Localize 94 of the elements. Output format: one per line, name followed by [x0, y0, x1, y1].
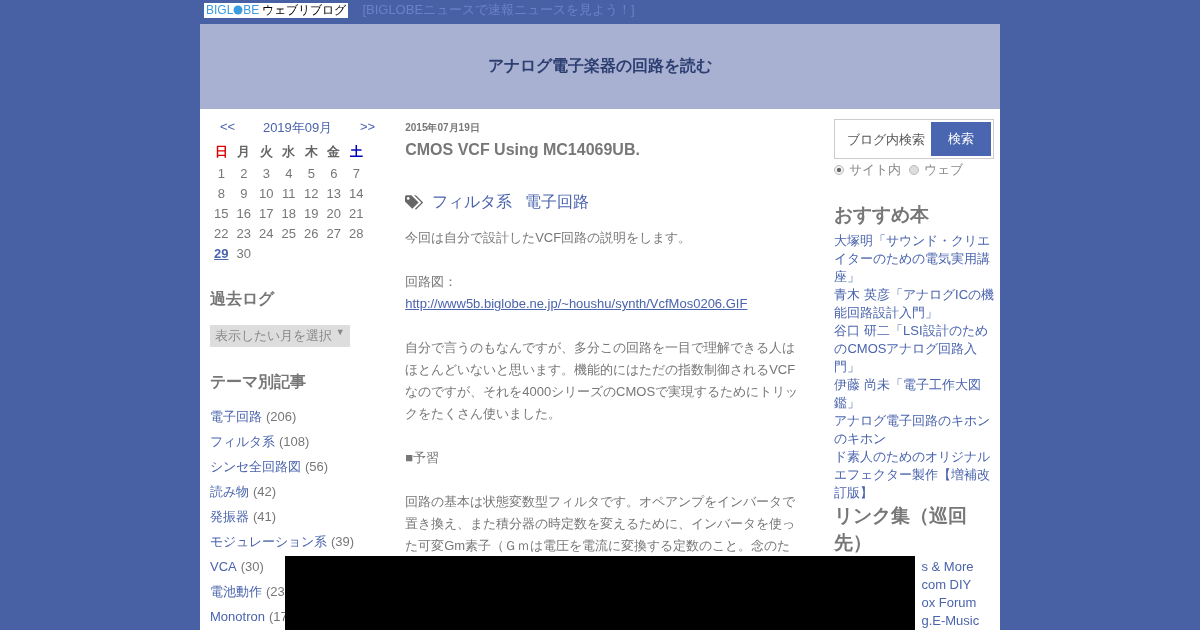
theme-link[interactable]: モジュレーション系 [210, 534, 327, 549]
theme-link[interactable]: Monotron [210, 609, 265, 624]
next-month-link[interactable]: >> [360, 119, 376, 137]
section-heading: 過去ログ [210, 289, 276, 309]
day-cell-text: 27 [325, 224, 342, 243]
theme-link[interactable]: シンセ全回路図 [210, 459, 301, 474]
day-cell-text: 21 [348, 204, 365, 223]
day-cell-text: 11 [281, 184, 297, 203]
section-heading: リンク集（巡回先） [834, 504, 969, 555]
day-cell-text: 6 [329, 164, 339, 183]
radio-button[interactable] [909, 165, 920, 175]
day-cell-text: 17 [258, 204, 275, 223]
theme-count: (206) [266, 409, 297, 424]
book-link[interactable]: 伊藤 尚未「電子工作大図鑑」 [834, 376, 996, 412]
theme-link[interactable]: フィルタ系 [210, 434, 275, 449]
day-cell-text: 9 [239, 184, 249, 203]
day-cell-text: 15 [213, 204, 230, 223]
post-paragraph: 回路図： [405, 273, 459, 291]
radio-label: ウェブ [924, 161, 964, 179]
weekday-header: 金 [326, 143, 342, 161]
post-paragraph: 今回は自分で設計したVCF回路の説明をします。 [405, 229, 693, 247]
day-cell-text: 22 [213, 224, 230, 243]
weekday-header: 木 [303, 143, 319, 161]
site-link[interactable]: com DIY [921, 576, 996, 594]
day-cell-text: 16 [235, 204, 252, 223]
day-cell-text: 18 [280, 204, 297, 223]
book-link[interactable]: 大塚明「サウンド・クリエイターのための電気実用講座」 [834, 232, 996, 286]
book-link[interactable]: 青木 英彦「アナログICの機能回路設計入門」 [834, 286, 996, 322]
theme-link[interactable]: 電池動作 [210, 584, 262, 599]
day-cell-text: 12 [303, 184, 320, 203]
day-cell-text: 7 [351, 164, 361, 183]
book-link[interactable]: ド素人のためのオリジナルエフェクター製作【増補改訂版】 [834, 448, 996, 502]
day-cell-text: 8 [216, 184, 226, 203]
tags-icon [405, 195, 426, 210]
search-field[interactable]: ブログ内検索 検索 [834, 119, 995, 159]
theme-count: (56) [305, 459, 329, 474]
day-cell-text: 13 [325, 184, 342, 203]
day-cell-text: 3 [261, 164, 271, 183]
day-cell-text: 23 [235, 224, 252, 243]
day-cell-text: 1 [216, 164, 226, 183]
search-button[interactable]: 検索 [931, 122, 992, 156]
day-cell-text: 10 [258, 184, 275, 203]
logo-text: BIGL [206, 3, 234, 17]
day-cell-text: 14 [348, 184, 365, 203]
logo-text: BE [243, 3, 260, 17]
day-cell-text: 28 [348, 224, 365, 243]
theme-count: (39) [331, 534, 355, 549]
weekday-header: 火 [258, 143, 274, 161]
post-paragraph: 回路の基本は状態変数型フィルタです。オペアンプをインバータで置き換え、また積分器の時定数を変えるために、インバータを使った可変Gm素子（Ｇｍは電圧を電流に変換する定数のこと。念のた [405, 493, 797, 555]
site-link[interactable]: s & More [921, 558, 996, 576]
theme-link[interactable]: VCA [210, 559, 237, 574]
theme-count: (42) [253, 484, 277, 499]
day-cell-text: 19 [303, 204, 320, 223]
day-cell-text: 2 [239, 164, 249, 183]
theme-link[interactable]: 電子回路 [210, 409, 262, 424]
theme-count: (23 [266, 584, 285, 599]
prev-month-link[interactable]: << [220, 119, 236, 137]
section-heading: おすすめ本 [834, 203, 931, 227]
weekday-header: 日 [213, 143, 229, 161]
theme-count: (30) [240, 559, 264, 574]
site-link[interactable]: ox Forum [921, 594, 996, 612]
weekday-header: 水 [281, 143, 297, 161]
day-link[interactable]: 29 [210, 243, 233, 263]
theme-count: (41) [253, 509, 277, 524]
logo[interactable]: BIGL BE ウェブリブログ [204, 2, 349, 18]
day-cell-text: 30 [235, 244, 252, 263]
tag-link[interactable]: フィルタ系 [432, 192, 513, 213]
post-link[interactable]: http://www5b.biglobe.ne.jp/~houshu/synth/VcfMos0206.GIF [405, 293, 799, 315]
day-cell-text: 24 [258, 224, 275, 243]
day-cell-text: 25 [280, 224, 297, 243]
theme-link[interactable]: 読み物 [210, 484, 249, 499]
logo-service-text: ウェブリブログ [262, 3, 347, 17]
post-date: 2015年07月19日 [405, 121, 481, 135]
theme-link[interactable]: 発振器 [210, 509, 249, 524]
post-paragraph: ■予習 [405, 449, 441, 467]
day-cell-text: 26 [303, 224, 320, 243]
tag-link[interactable]: 電子回路 [525, 192, 590, 213]
day-cell-text: 5 [306, 164, 316, 183]
day-cell-text: 20 [325, 204, 342, 223]
radio-label: サイト内 [849, 161, 902, 179]
globe-icon [233, 5, 244, 15]
radio-button[interactable] [834, 165, 845, 175]
day-cell-text: 4 [284, 164, 294, 183]
section-heading: テーマ別記事 [210, 372, 307, 392]
weekday-header: 土 [348, 143, 364, 161]
weekday-header: 月 [236, 143, 252, 161]
theme-count: (108) [279, 434, 310, 449]
blog-title[interactable]: アナログ電子楽器の回路を読む [488, 56, 712, 77]
book-link[interactable]: アナログ電子回路のキホンのキホン [834, 412, 996, 448]
post-paragraph: 自分で言うのもなんですが、多分この回路を一目で理解できる人はほとんどいないと思います。機能的にはただの指数制御されるVCFなのですが、それを4000シリーズのCMOSで実現するためにトリックをたくさん使いました。 [405, 339, 799, 423]
post-title[interactable]: CMOS VCF Using MC14069UB. [405, 141, 799, 159]
month-link[interactable]: 2019年09月 [262, 119, 333, 137]
site-link[interactable]: g.E-Music [921, 612, 996, 630]
book-link[interactable]: 谷口 研二「LSI設計のためのCMOSアナログ回路入門」 [834, 322, 996, 376]
